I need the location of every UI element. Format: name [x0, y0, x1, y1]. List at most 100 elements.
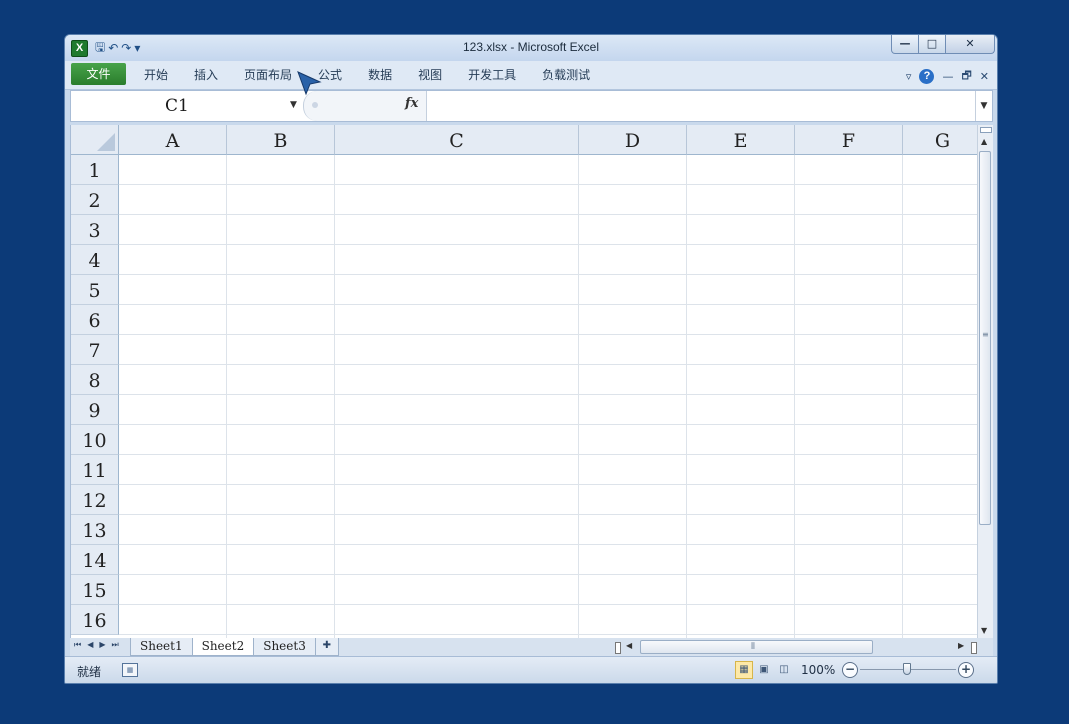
- minimize-button[interactable]: —: [891, 35, 919, 54]
- row-header-13[interactable]: 13: [71, 515, 119, 545]
- sheet-tabs: Sheet1 Sheet2 Sheet3 ✚: [130, 638, 339, 656]
- horizontal-scroll-thumb[interactable]: ⦀: [640, 640, 873, 654]
- grid-row-line: [119, 424, 978, 425]
- insert-sheet-icon[interactable]: ✚: [314, 638, 339, 656]
- grid-row-line: [119, 394, 978, 395]
- grid-row-line: [119, 454, 978, 455]
- scroll-right-arrow-icon[interactable]: ▶: [958, 641, 964, 650]
- first-sheet-icon[interactable]: ⏮: [74, 640, 81, 650]
- column-header-g[interactable]: G: [903, 125, 978, 155]
- tab-developer[interactable]: 开发工具: [455, 61, 529, 89]
- macro-record-icon[interactable]: ▦: [122, 663, 138, 677]
- formula-input[interactable]: [427, 91, 977, 121]
- grid-row-line: [119, 244, 978, 245]
- expand-formula-bar-icon[interactable]: ▼: [975, 91, 992, 121]
- row-header-14[interactable]: 14: [71, 545, 119, 575]
- row-header-11[interactable]: 11: [71, 455, 119, 485]
- column-header-a[interactable]: A: [119, 125, 227, 155]
- window-controls: — □ ✕: [891, 35, 995, 54]
- column-header-f[interactable]: F: [795, 125, 903, 155]
- sheet-tab-sheet2[interactable]: Sheet2: [191, 638, 255, 656]
- next-sheet-icon[interactable]: ▶: [99, 640, 105, 650]
- select-all-triangle-icon: [97, 133, 115, 151]
- tab-split-box[interactable]: [615, 642, 621, 654]
- mouse-cursor-icon: [297, 71, 322, 96]
- row-header-16[interactable]: 16: [71, 605, 119, 635]
- vertical-scroll-thumb[interactable]: ≡: [979, 151, 991, 525]
- grid-row-line: [119, 484, 978, 485]
- grid-row-line: [119, 274, 978, 275]
- row-header-3[interactable]: 3: [71, 215, 119, 245]
- maximize-button[interactable]: □: [919, 35, 946, 54]
- row-header-8[interactable]: 8: [71, 365, 119, 395]
- column-header-e[interactable]: E: [687, 125, 795, 155]
- row-header-6[interactable]: 6: [71, 305, 119, 335]
- scroll-left-arrow-icon[interactable]: ◀: [626, 641, 632, 650]
- name-box-dropdown-icon[interactable]: ▼: [290, 100, 297, 110]
- close-button[interactable]: ✕: [946, 35, 995, 54]
- sheet-tab-bar: ⏮ ◀ ▶ ⏭ Sheet1 Sheet2 Sheet3 ✚ ◀ ⦀ ▶: [70, 638, 993, 656]
- ribbon-tabs: 开始 插入 页面布局 公式 数据 视图 开发工具 负载测试: [131, 61, 603, 89]
- sheet-tab-sheet1[interactable]: Sheet1: [130, 638, 193, 656]
- grid-column-line: [226, 155, 227, 638]
- file-tab[interactable]: 文件: [71, 63, 126, 85]
- workbook-minimize-icon[interactable]: —: [942, 70, 953, 83]
- grid-row-line: [119, 214, 978, 215]
- help-icon[interactable]: ?: [919, 69, 935, 84]
- horizontal-split-box[interactable]: [971, 642, 977, 654]
- scroll-up-arrow-icon[interactable]: ▲: [981, 137, 987, 146]
- row-header-5[interactable]: 5: [71, 275, 119, 305]
- ribbon-collapse-icon[interactable]: ▿: [906, 70, 912, 83]
- grid-column-line: [578, 155, 579, 638]
- tab-view[interactable]: 视图: [405, 61, 455, 89]
- grid-row-line: [119, 574, 978, 575]
- grid-row-line: [119, 604, 978, 605]
- column-header-b[interactable]: B: [227, 125, 335, 155]
- column-header-d[interactable]: D: [579, 125, 687, 155]
- sheet-tab-sheet3[interactable]: Sheet3: [253, 638, 316, 656]
- zoom-level[interactable]: 100%: [801, 663, 835, 677]
- row-header-1[interactable]: 1: [71, 155, 119, 185]
- vertical-scrollbar[interactable]: ▲ ≡ ▼: [977, 125, 993, 638]
- zoom-out-icon[interactable]: −: [842, 662, 858, 678]
- grid-row-line: [119, 184, 978, 185]
- row-header-15[interactable]: 15: [71, 575, 119, 605]
- row-header-4[interactable]: 4: [71, 245, 119, 275]
- tab-home[interactable]: 开始: [131, 61, 181, 89]
- grid-row-line: [119, 304, 978, 305]
- last-sheet-icon[interactable]: ⏭: [112, 640, 119, 650]
- name-box-value: C1: [165, 96, 189, 116]
- horizontal-grip-icon: ⦀: [751, 642, 755, 652]
- ribbon-right-controls: ▿ ? — 🗗 ✕: [906, 67, 989, 86]
- tab-load-test[interactable]: 负载测试: [529, 61, 603, 89]
- row-header-10[interactable]: 10: [71, 425, 119, 455]
- sheet-navigation: ⏮ ◀ ▶ ⏭: [74, 640, 119, 650]
- grid-column-line: [686, 155, 687, 638]
- row-header-9[interactable]: 9: [71, 395, 119, 425]
- row-header-7[interactable]: 7: [71, 335, 119, 365]
- page-break-view-icon[interactable]: ◫: [775, 661, 793, 679]
- workbook-restore-icon[interactable]: 🗗: [961, 67, 971, 86]
- title-bar: X 🖫 ↶ ↷ ▾ 123.xlsx - Microsoft Excel — □…: [65, 35, 997, 61]
- select-all-corner[interactable]: [71, 125, 119, 155]
- prev-sheet-icon[interactable]: ◀: [87, 640, 93, 650]
- name-box[interactable]: C1 ▼: [71, 91, 301, 121]
- tab-page-layout[interactable]: 页面布局: [231, 61, 305, 89]
- grid-row-line: [119, 544, 978, 545]
- page-layout-view-icon[interactable]: ▣: [755, 661, 773, 679]
- insert-function-icon[interactable]: fx: [405, 96, 418, 111]
- splitter-handle-icon[interactable]: [312, 102, 318, 108]
- tab-insert[interactable]: 插入: [181, 61, 231, 89]
- row-header-12[interactable]: 12: [71, 485, 119, 515]
- vertical-split-box[interactable]: [980, 127, 992, 133]
- worksheet-grid[interactable]: A B C D E F G 1 2 3 4 5 6 7 8 9 10 11 12 13 14 15 16: [70, 125, 978, 638]
- scroll-down-arrow-icon[interactable]: ▼: [981, 626, 987, 635]
- column-header-c[interactable]: C: [335, 125, 579, 155]
- tab-data[interactable]: 数据: [355, 61, 405, 89]
- workbook-close-icon[interactable]: ✕: [980, 70, 989, 83]
- normal-view-icon[interactable]: ▦: [735, 661, 753, 679]
- zoom-in-icon[interactable]: +: [958, 662, 974, 678]
- row-header-2[interactable]: 2: [71, 185, 119, 215]
- grid-row-line: [119, 634, 978, 635]
- zoom-slider-thumb[interactable]: [903, 663, 911, 675]
